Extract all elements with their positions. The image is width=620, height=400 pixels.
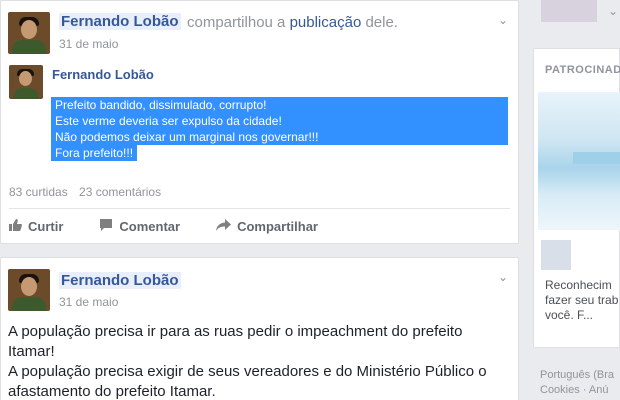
comments-count[interactable]: 23 comentários <box>79 185 161 199</box>
likes-count[interactable]: 83 curtidas <box>9 185 68 199</box>
action-bar: Curtir Comentar Compartilhar <box>9 219 354 234</box>
comment-button[interactable]: Comentar <box>99 219 180 234</box>
author-avatar[interactable] <box>8 269 50 311</box>
post-text-line: Não podemos deixar um marginal nos gover… <box>51 129 508 145</box>
footer-links[interactable]: Cookies · Anú <box>540 383 614 398</box>
share-arrow-icon <box>216 219 232 234</box>
post-date[interactable]: 31 de maio <box>59 295 118 309</box>
language-link[interactable]: Português (Bra <box>540 368 614 383</box>
post-text-line: A população precisa ir para as ruas pedi… <box>8 323 463 340</box>
ad-thumbnail[interactable] <box>541 240 571 270</box>
comment-icon <box>99 219 113 234</box>
shared-text-end: dele. <box>361 14 398 31</box>
post-text-line: Prefeito bandido, dissimulado, corrupto! <box>51 97 508 113</box>
chevron-down-icon[interactable]: ⌄ <box>498 13 508 27</box>
ad-image-detail <box>573 152 620 164</box>
post-text-line: Itamar! <box>8 343 55 360</box>
share-label: Compartilhar <box>237 219 318 234</box>
share-button[interactable]: Compartilhar <box>216 219 318 234</box>
highlighted-post-text: Prefeito bandido, dissimulado, corrupto!… <box>51 97 508 161</box>
comment-label: Comentar <box>119 219 181 234</box>
ad-text-line: Reconhecim <box>545 278 612 292</box>
divider <box>9 208 510 209</box>
ad-text-line: fazer seu trab <box>545 293 619 307</box>
post-text-line: A população precisa exigir de seus verea… <box>8 363 487 380</box>
post-text-line: afastamento do prefeito Itamar. <box>8 383 216 400</box>
reaction-counts: 83 curtidas 23 comentários <box>9 185 169 199</box>
post-text-line: Este verme deveria ser expulso da cidade… <box>51 113 508 129</box>
author-name[interactable]: Fernando Lobão <box>59 13 181 30</box>
post-text-line: Fora prefeito!!! <box>51 145 138 161</box>
like-label: Curtir <box>28 219 64 234</box>
shared-description: compartilhou a publicação dele. <box>187 14 398 31</box>
ad-text[interactable]: Reconhecim fazer seu trab você. F... <box>545 278 620 323</box>
chevron-down-icon[interactable]: ⌄ <box>608 4 618 18</box>
chevron-down-icon[interactable]: ⌄ <box>498 270 508 284</box>
thumbs-up-icon <box>9 219 22 234</box>
shared-text: compartilhou a <box>187 14 290 31</box>
inner-author-name[interactable]: Fernando Lobão <box>52 67 154 82</box>
ad-text-line: você. F... <box>545 308 594 322</box>
sponsored-label: PATROCINAD <box>545 64 620 76</box>
shared-post-card: Fernando Lobão compartilhou a publicação… <box>0 0 519 244</box>
inner-author-avatar[interactable] <box>9 65 43 99</box>
like-button[interactable]: Curtir <box>9 219 63 234</box>
publication-link[interactable]: publicação <box>290 14 362 31</box>
post-body-text: A população precisa ir para as ruas pedi… <box>8 322 513 400</box>
post-date[interactable]: 31 de maio <box>59 37 118 51</box>
author-name[interactable]: Fernando Lobão <box>59 272 181 289</box>
author-avatar[interactable] <box>8 12 50 54</box>
sidebar-footer: Português (Bra Cookies · Anú <box>540 368 614 398</box>
sidebar-thumbnail[interactable] <box>541 0 597 22</box>
